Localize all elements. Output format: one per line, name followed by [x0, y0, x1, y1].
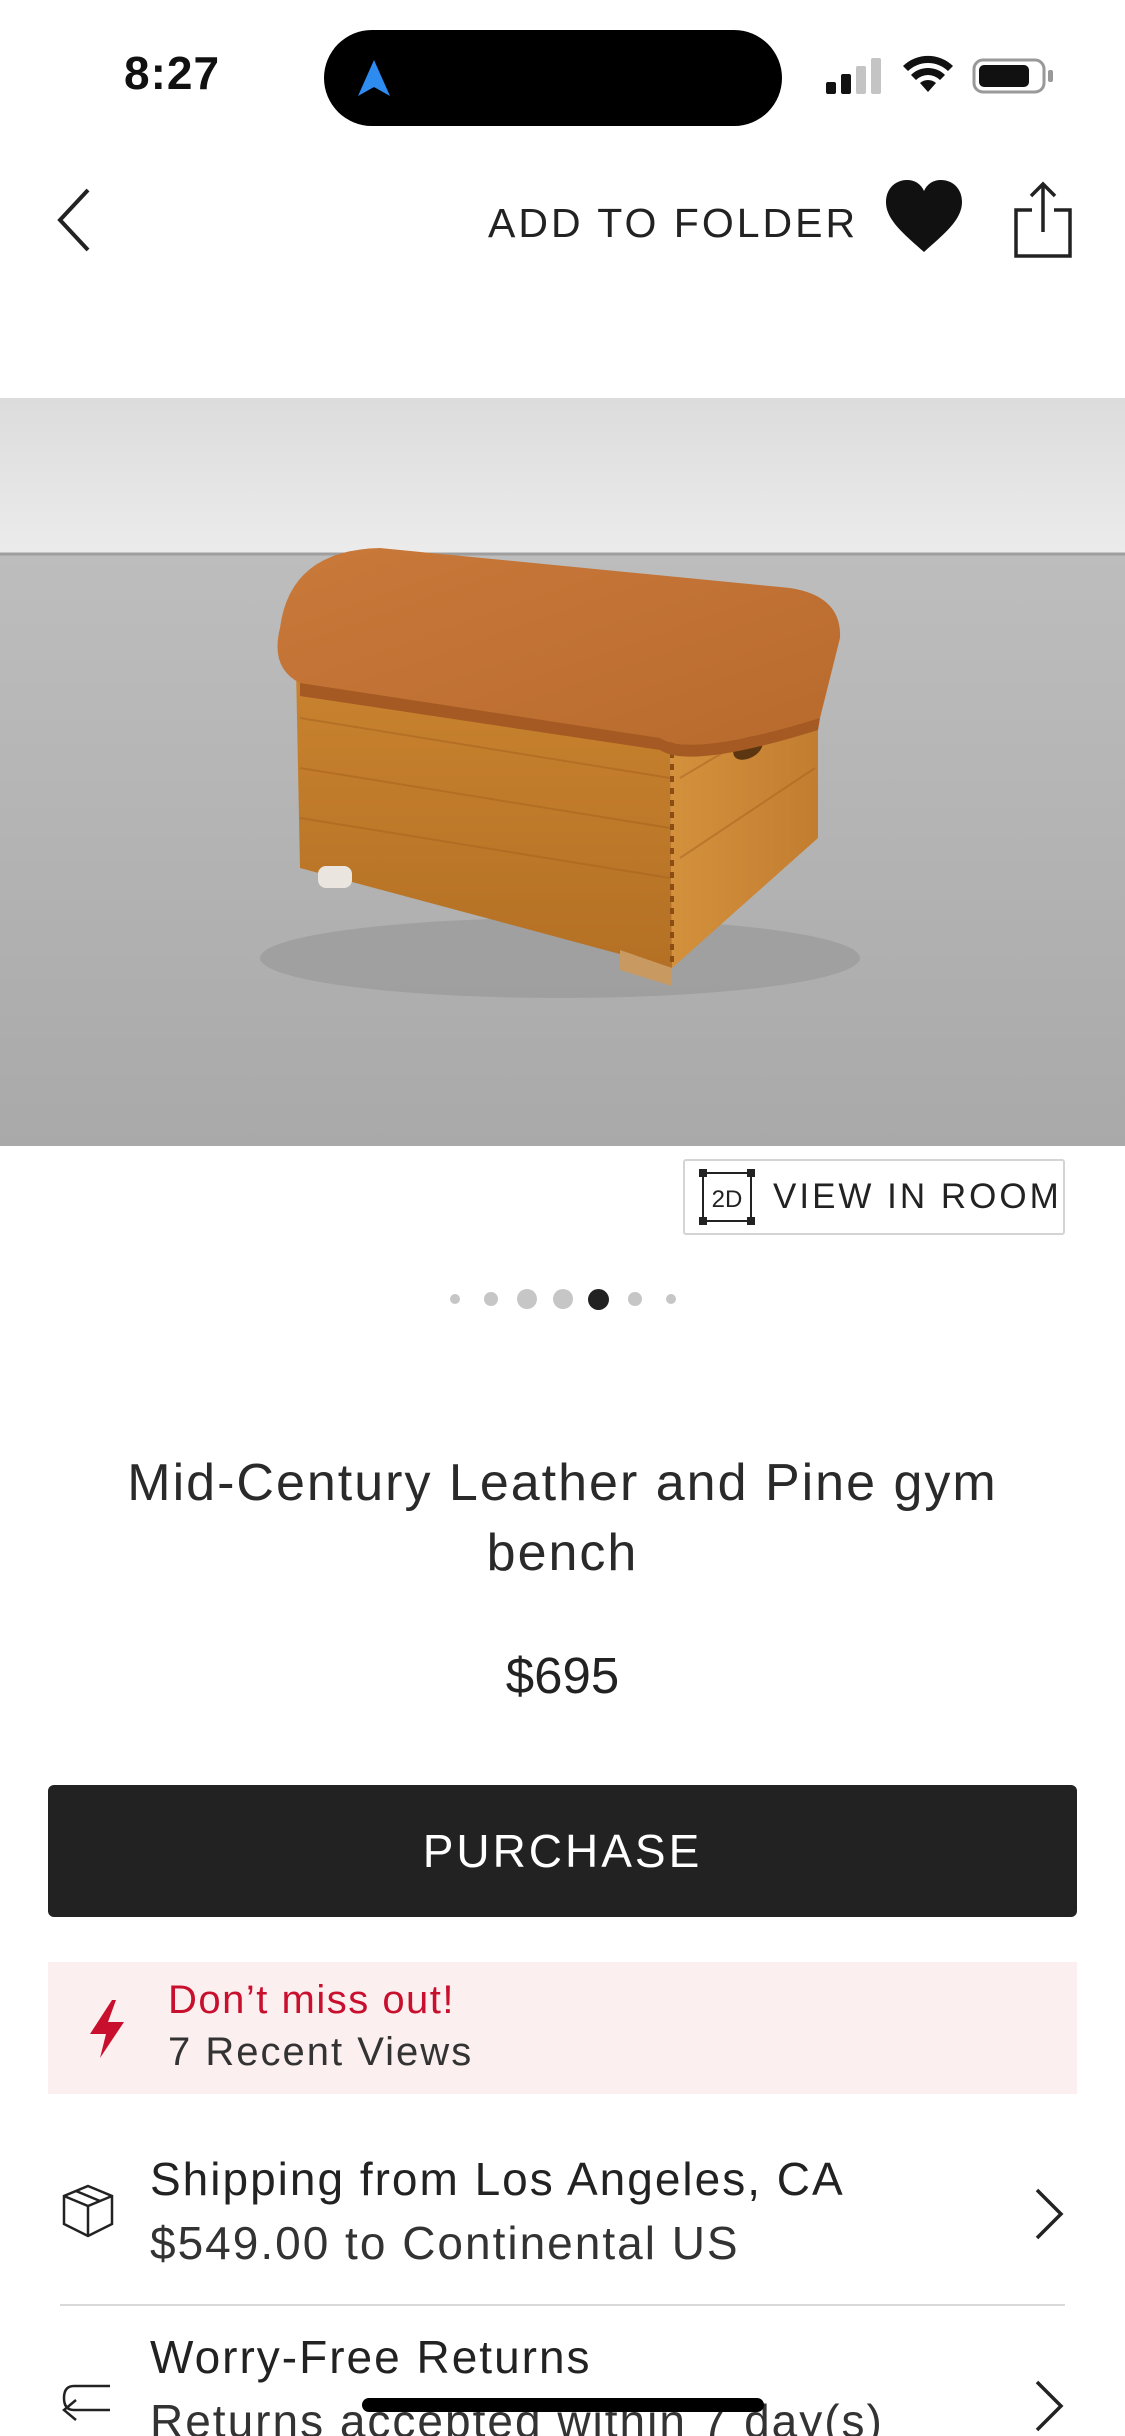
- shipping-row[interactable]: Shipping from Los Angeles, CA $549.00 to…: [48, 2140, 1077, 2290]
- heart-icon[interactable]: [884, 178, 964, 258]
- pagination-dot[interactable]: [553, 1289, 573, 1309]
- share-icon[interactable]: [1012, 180, 1074, 260]
- lightning-bolt-icon: [90, 2000, 124, 2058]
- battery-icon: [972, 58, 1053, 94]
- shipping-title: Shipping from Los Angeles, CA: [150, 2153, 845, 2205]
- location-arrow-icon: [358, 60, 390, 96]
- chevron-right-icon: [1035, 2380, 1064, 2432]
- alert-headline: Don’t miss out!: [168, 1978, 456, 2022]
- chevron-left-icon: [57, 188, 90, 252]
- view-in-room-label: VIEW IN ROOM: [773, 1177, 1062, 1216]
- product-title: Mid-Century Leather and Pine gym bench: [127, 1454, 998, 1582]
- product-photo[interactable]: [0, 398, 1125, 1146]
- 2d-view-icon: 2D: [699, 1169, 755, 1225]
- wifi-icon: [903, 55, 953, 92]
- pagination-dot[interactable]: [517, 1289, 537, 1309]
- home-indicator[interactable]: [362, 2398, 764, 2412]
- return-arrow-icon: [62, 2384, 110, 2421]
- recent-views-banner: Don’t miss out! 7 Recent Views: [48, 1962, 1077, 2094]
- gallery-pagination: [0, 1280, 1125, 1320]
- alert-subtext: 7 Recent Views: [168, 2030, 474, 2074]
- product-photo-illustration: [0, 398, 1125, 1146]
- shipping-subtitle: $549.00 to Continental US: [150, 2217, 740, 2269]
- chevron-right-icon: [1035, 2188, 1064, 2240]
- pagination-dot[interactable]: [484, 1292, 498, 1306]
- returns-row[interactable]: Worry-Free Returns Returns accepted with…: [48, 2320, 1077, 2436]
- pagination-dot[interactable]: [628, 1292, 642, 1306]
- pagination-dot[interactable]: [450, 1294, 460, 1304]
- returns-title: Worry-Free Returns: [150, 2331, 592, 2383]
- status-time: 8:27: [124, 47, 221, 99]
- cellular-signal-icon: [826, 58, 881, 94]
- top-nav: ADD TO FOLDER: [0, 150, 1125, 300]
- pagination-dot-active[interactable]: [588, 1289, 609, 1310]
- add-to-folder-button[interactable]: ADD TO FOLDER: [488, 200, 858, 247]
- purchase-button[interactable]: PURCHASE: [48, 1785, 1077, 1917]
- row-divider: [60, 2304, 1065, 2306]
- back-button[interactable]: [44, 180, 104, 260]
- dynamic-island: [324, 30, 782, 126]
- view-in-room-button[interactable]: 2D VIEW IN ROOM: [683, 1159, 1065, 1235]
- 2d-view-badge-text: 2D: [712, 1186, 743, 1213]
- pagination-dot[interactable]: [666, 1294, 676, 1304]
- status-bar: 8:27: [0, 0, 1125, 150]
- product-price: $695: [505, 1647, 620, 1704]
- package-box-icon: [62, 2184, 114, 2238]
